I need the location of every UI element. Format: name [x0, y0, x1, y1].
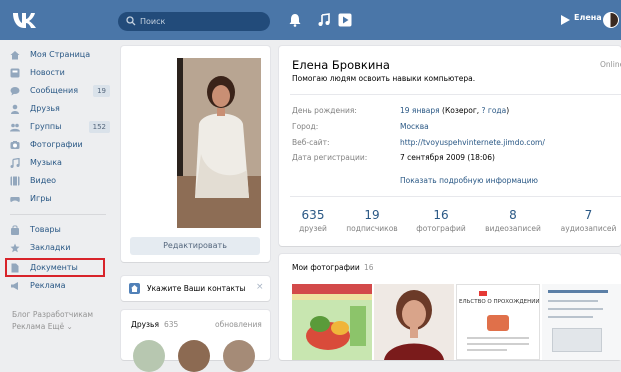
sidebar-separator — [10, 214, 106, 215]
website-label: Веб-сайт: — [292, 138, 330, 147]
search-placeholder: Поиск — [140, 17, 166, 26]
home-icon — [10, 51, 20, 60]
divider — [290, 94, 621, 95]
sidebar-item-bookmarks[interactable]: Закладки — [10, 240, 112, 256]
registration-value: 7 сентября 2009 (18:06) — [400, 153, 495, 162]
groups-count: 152 — [88, 121, 110, 133]
birthday-label: День рождения: — [292, 106, 357, 115]
sidebar-item-news[interactable]: Новости — [10, 65, 112, 81]
edit-profile-button[interactable]: Редактировать — [130, 237, 260, 255]
stat-audio[interactable]: 7 аудиозаписей — [556, 208, 621, 233]
photo-thumbnail[interactable]: ЕЛЬСТВО О ПРОХОЖДЕНИИ — [456, 284, 540, 360]
friends-count: 635 — [164, 320, 179, 329]
birthday-value: 19 января (Козерог, ? года) — [400, 106, 510, 115]
friend-avatar[interactable] — [133, 340, 165, 372]
groups-icon — [10, 123, 20, 132]
sidebar-item-groups[interactable]: Группы 152 — [10, 119, 112, 135]
bell-icon[interactable] — [288, 13, 302, 27]
photos-title[interactable]: Мои фотографии — [292, 263, 360, 272]
sidebar-item-games[interactable]: Игры — [10, 191, 112, 207]
messages-icon — [10, 87, 20, 96]
music-icon — [10, 158, 20, 168]
sidebar-item-messages[interactable]: Сообщения 19 — [10, 83, 112, 99]
sidebar-item-my-page[interactable]: Моя Страница — [10, 47, 112, 63]
photo-thumbnail[interactable] — [374, 284, 454, 360]
profile-status[interactable]: Помогаю людям освоить навыки компьютера. — [292, 74, 475, 83]
star-icon — [10, 243, 20, 253]
sidebar-item-ads[interactable]: Реклама — [10, 278, 112, 294]
avatar[interactable] — [603, 12, 619, 28]
messages-count: 19 — [93, 85, 110, 97]
close-icon[interactable]: × — [256, 282, 264, 292]
photo-thumbnail[interactable] — [542, 284, 621, 360]
sidebar-item-music[interactable]: Музыка — [10, 155, 112, 171]
registration-label: Дата регистрации: — [292, 153, 368, 162]
friends-updates-link[interactable]: обновления — [215, 320, 262, 329]
sidebar-item-photos[interactable]: Фотографии — [10, 137, 112, 153]
news-icon — [10, 68, 20, 78]
city-label: Город: — [292, 122, 319, 131]
games-icon — [10, 197, 20, 202]
documents-highlight-frame — [5, 258, 105, 277]
divider — [290, 196, 621, 197]
sidebar-footer-more[interactable]: Реклама Ещё ⌄ — [12, 322, 73, 331]
sidebar-item-friends[interactable]: Друзья — [10, 101, 112, 117]
friends-title[interactable]: Друзья — [131, 320, 159, 329]
sidebar-item-goods[interactable]: Товары — [10, 222, 112, 238]
search-input[interactable]: Поиск — [118, 12, 270, 31]
youtube-logo-icon — [479, 291, 487, 296]
search-icon — [126, 16, 136, 26]
username[interactable]: Елена — [574, 13, 602, 22]
vk-logo-icon[interactable] — [12, 10, 38, 30]
friend-avatar[interactable] — [223, 340, 255, 372]
contacts-prompt[interactable]: Укажите Ваши контакты — [147, 284, 245, 293]
photo-thumbnail[interactable] — [292, 284, 372, 360]
city-value[interactable]: Москва — [400, 122, 429, 131]
profile-photo[interactable] — [177, 58, 261, 228]
website-link[interactable]: http://tvoyuspehvinternete.jimdo.com/ — [400, 138, 545, 147]
friend-avatar[interactable] — [178, 340, 210, 372]
music-note-icon[interactable] — [317, 13, 331, 27]
sidebar: Моя Страница Новости Сообщения 19 Друзья… — [0, 40, 112, 360]
top-bar: Поиск Елена — [0, 0, 621, 40]
online-status: Online — [600, 60, 621, 69]
stat-followers[interactable]: 19 подписчиков — [343, 208, 401, 233]
profile-name: Елена Бровкина — [292, 58, 390, 72]
certificate-title: ЕЛЬСТВО О ПРОХОЖДЕНИИ — [459, 299, 539, 305]
stat-videos[interactable]: 8 видеозаписей — [480, 208, 546, 233]
home-square-icon — [129, 283, 140, 294]
sidebar-item-video[interactable]: Видео — [10, 173, 112, 189]
camera-icon — [10, 141, 20, 149]
friends-icon — [11, 104, 19, 114]
certificate-seal-icon — [487, 315, 509, 331]
play-arrow-icon[interactable] — [558, 13, 572, 27]
video-icon — [10, 176, 20, 186]
photos-count: 16 — [364, 263, 374, 272]
stat-photos[interactable]: 16 фотографий — [412, 208, 470, 233]
ads-icon — [11, 282, 18, 290]
stat-friends[interactable]: 635 друзей — [292, 208, 334, 233]
goods-icon — [11, 225, 19, 235]
sidebar-footer-links[interactable]: Блог Разработчикам — [12, 310, 93, 319]
show-more-info-link[interactable]: Показать подробную информацию — [400, 176, 538, 185]
play-icon[interactable] — [338, 13, 352, 27]
